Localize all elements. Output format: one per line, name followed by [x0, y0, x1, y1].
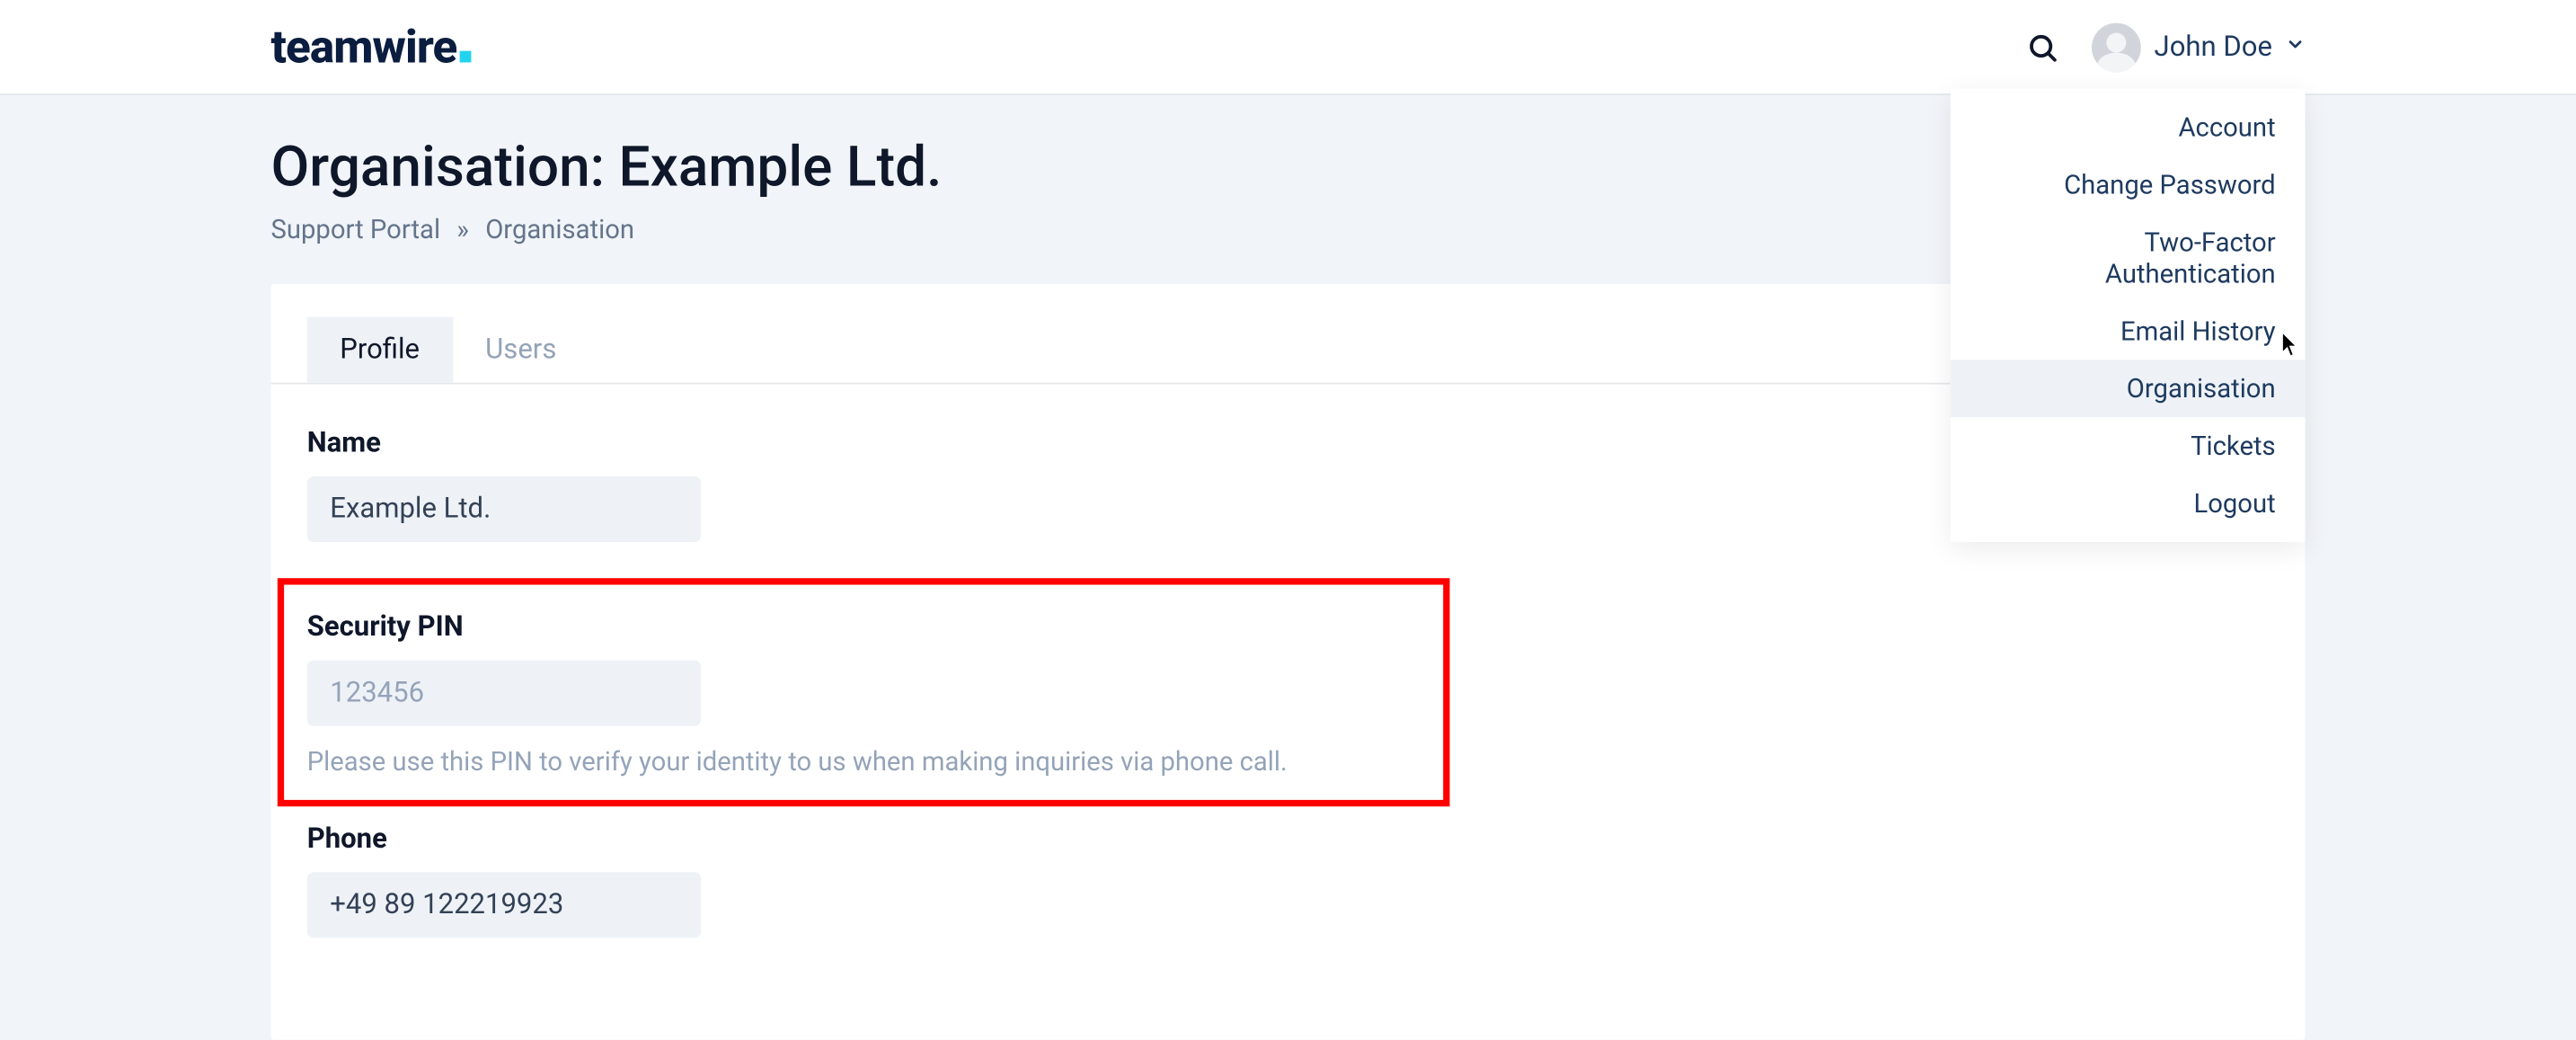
user-menu-trigger[interactable]: John Doe [2092, 22, 2305, 72]
chevron-down-icon [2286, 34, 2306, 58]
brand-dot-icon [460, 51, 472, 63]
menu-item-tickets[interactable]: Tickets [1951, 417, 2306, 475]
breadcrumb-root[interactable]: Support Portal [271, 214, 441, 245]
menu-item-change-password[interactable]: Change Password [1951, 156, 2306, 214]
menu-item-two-factor-authentication[interactable]: Two-Factor Authentication [1951, 214, 2306, 303]
topbar: teamwire John Doe Account Change Passwor… [0, 0, 2576, 95]
menu-item-logout[interactable]: Logout [1951, 475, 2306, 532]
user-display-name: John Doe [2155, 31, 2272, 64]
label-phone: Phone [307, 822, 2270, 856]
label-security-pin: Security PIN [307, 611, 1421, 644]
security-pin-highlight: Security PIN 123456 Please use this PIN … [278, 578, 1450, 806]
brand-name: teamwire [271, 20, 457, 74]
help-security-pin: Please use this PIN to verify your ident… [307, 746, 1421, 778]
tab-users[interactable]: Users [453, 317, 589, 383]
value-name[interactable]: Example Ltd. [307, 476, 702, 542]
breadcrumb-separator: » [456, 214, 469, 245]
menu-item-account[interactable]: Account [1951, 99, 2306, 156]
value-security-pin[interactable]: 123456 [307, 661, 702, 726]
avatar [2092, 22, 2141, 72]
value-phone[interactable]: +49 89 122219923 [307, 872, 702, 938]
search-icon[interactable] [2026, 31, 2059, 64]
user-dropdown: Account Change Password Two-Factor Authe… [1951, 89, 2306, 542]
menu-item-email-history[interactable]: Email History [1951, 302, 2306, 360]
menu-item-organisation[interactable]: Organisation [1951, 360, 2306, 417]
breadcrumb-current: Organisation [485, 214, 634, 245]
tab-profile[interactable]: Profile [307, 317, 453, 383]
field-security-pin: Security PIN 123456 Please use this PIN … [307, 611, 1421, 778]
brand-logo: teamwire [271, 20, 472, 74]
field-phone: Phone +49 89 122219923 [307, 822, 2270, 938]
